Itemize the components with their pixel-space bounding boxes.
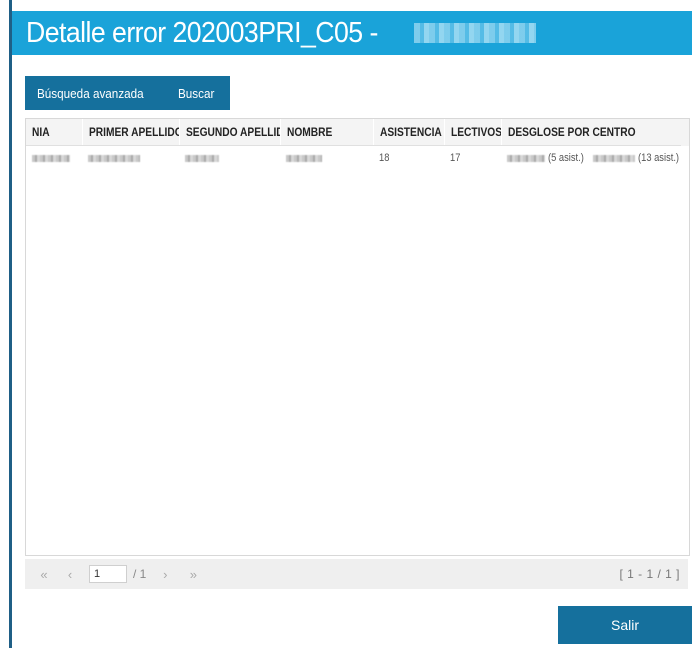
window-border xyxy=(9,0,12,648)
cell-lectivos: 17 xyxy=(450,152,461,164)
page-range: [ 1 - 1 / 1 ] xyxy=(619,567,680,581)
prev-page-icon[interactable]: ‹ xyxy=(59,567,81,582)
redacted-nia xyxy=(32,154,70,162)
pager: « ‹ / 1 › » [ 1 - 1 / 1 ] xyxy=(25,559,688,589)
advanced-search-button[interactable]: Búsqueda avanzada xyxy=(37,86,144,101)
cell-desglose: (5 asist.) (13 asist.) xyxy=(501,146,681,171)
page-number-input[interactable] xyxy=(89,565,127,583)
cell-nia xyxy=(26,146,82,171)
next-page-icon[interactable]: › xyxy=(154,567,176,582)
column-header-primer-apellido[interactable]: PRIMER APELLIDO xyxy=(82,119,180,146)
exit-button[interactable]: Salir xyxy=(558,606,692,644)
redacted-nombre xyxy=(286,154,322,162)
redacted-segundo-apellido xyxy=(185,154,219,162)
left-edge xyxy=(0,0,12,648)
redacted-centro-a xyxy=(507,154,545,162)
column-header-nombre[interactable]: NOMBRE xyxy=(280,119,374,146)
search-button[interactable]: Buscar xyxy=(178,86,214,101)
window-title: Detalle error 202003PRI_C05 - xyxy=(26,16,378,49)
results-table: NIA PRIMER APELLIDO SEGUNDO APELLIDO NOM… xyxy=(26,119,682,170)
column-header-desglose[interactable]: DESGLOSE POR CENTRO xyxy=(501,119,682,146)
title-bar: Detalle error 202003PRI_C05 - xyxy=(12,11,692,55)
page-total: / 1 xyxy=(133,567,147,581)
grid-scrollbar[interactable] xyxy=(681,119,689,146)
redacted-title-id xyxy=(414,23,537,43)
toolbar: Búsqueda avanzada Buscar xyxy=(25,76,231,110)
first-page-icon[interactable]: « xyxy=(33,567,55,582)
cell-nombre xyxy=(280,146,373,171)
redacted-primer-apellido xyxy=(88,154,140,162)
column-header-segundo-apellido[interactable]: SEGUNDO APELLIDO xyxy=(179,119,281,146)
redacted-centro-b xyxy=(593,154,636,162)
cell-primer-apellido xyxy=(82,146,179,171)
column-header-asistencia[interactable]: ASISTENCIA xyxy=(373,119,445,146)
column-header-nia[interactable]: NIA xyxy=(26,119,83,146)
table-header-row: NIA PRIMER APELLIDO SEGUNDO APELLIDO NOM… xyxy=(26,119,682,146)
cell-segundo-apellido xyxy=(179,146,280,171)
last-page-icon[interactable]: » xyxy=(182,567,204,582)
desglose-a: (5 asist.) xyxy=(548,152,584,164)
column-header-lectivos[interactable]: LECTIVOS xyxy=(444,119,502,146)
desglose-b: (13 asist.) xyxy=(638,152,680,164)
cell-asistencia: 18 xyxy=(379,152,390,164)
table-row[interactable]: 18 17 (5 asist.) (13 asist.) xyxy=(26,146,681,171)
results-grid: NIA PRIMER APELLIDO SEGUNDO APELLIDO NOM… xyxy=(25,118,690,556)
